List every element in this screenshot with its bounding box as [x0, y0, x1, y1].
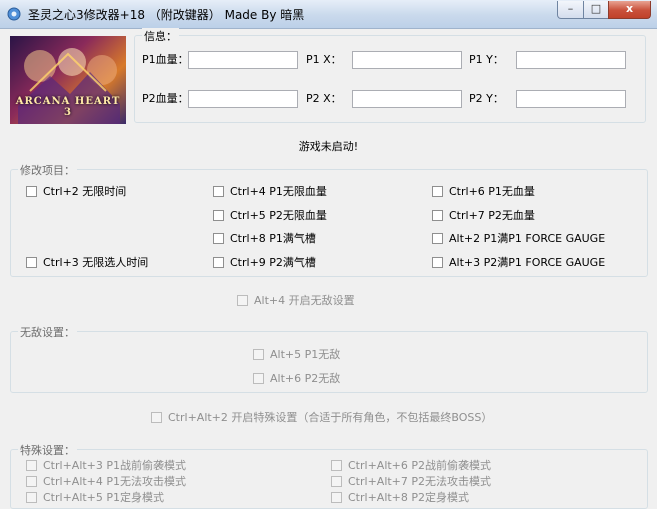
checkbox-p2-no-hp[interactable]: Ctrl+7 P2无血量 — [432, 209, 535, 223]
checkbox-p2-invincible[interactable]: Alt+6 P2无敌 — [253, 372, 340, 386]
checkbox-infinite-time[interactable]: Ctrl+2 无限时间 — [26, 185, 126, 199]
checkbox-label: Ctrl+Alt+4 P1无法攻击模式 — [43, 475, 187, 488]
checkbox-p1-freeze[interactable]: Ctrl+Alt+5 P1定身模式 — [26, 491, 164, 505]
checkbox-box[interactable] — [331, 492, 342, 503]
checkbox-p2-sneak-attack[interactable]: Ctrl+Alt+6 P2战前偷袭模式 — [331, 459, 491, 473]
p2-x-label: P2 X： — [306, 92, 342, 105]
checkbox-infinite-select-time[interactable]: Ctrl+3 无限选人时间 — [26, 256, 148, 270]
p2-hp-label: P2血量： — [142, 92, 189, 105]
checkbox-box[interactable] — [432, 210, 443, 221]
checkbox-box[interactable] — [26, 460, 37, 471]
checkbox-label: Alt+2 P1满P1 FORCE GAUGE — [449, 232, 606, 245]
invincible-legend: 无敌设置： — [18, 324, 77, 340]
logo-text: ARCANA HEART 3 — [15, 96, 121, 118]
checkbox-p1-force-gauge[interactable]: Alt+2 P1满P1 FORCE GAUGE — [432, 232, 605, 246]
status-text: 游戏未启动! — [298, 140, 359, 153]
checkbox-p2-no-attack[interactable]: Ctrl+Alt+7 P2无法攻击模式 — [331, 475, 491, 489]
close-button[interactable]: x — [608, 1, 651, 19]
checkbox-p1-full-gauge[interactable]: Ctrl+8 P1满气槽 — [213, 232, 316, 246]
checkbox-p2-full-gauge[interactable]: Ctrl+9 P2满气槽 — [213, 256, 316, 270]
checkbox-p1-sneak-attack[interactable]: Ctrl+Alt+3 P1战前偷袭模式 — [26, 459, 186, 473]
checkbox-label: Alt+5 P1无敌 — [270, 348, 341, 361]
minimize-button[interactable]: – — [557, 1, 584, 19]
checkbox-box[interactable] — [331, 460, 342, 471]
checkbox-box[interactable] — [26, 492, 37, 503]
checkbox-label: Ctrl+Alt+5 P1定身模式 — [43, 491, 165, 504]
checkbox-box[interactable] — [26, 257, 37, 268]
checkbox-box[interactable] — [253, 349, 264, 360]
modify-legend: 修改项目： — [18, 162, 77, 178]
checkbox-box[interactable] — [237, 295, 248, 306]
checkbox-enable-special[interactable]: Ctrl+Alt+2 开启特殊设置（合适于所有角色，不包括最终BOSS） — [151, 411, 492, 425]
checkbox-label: Ctrl+5 P2无限血量 — [230, 209, 327, 222]
info-legend: 信息： — [142, 28, 179, 44]
checkbox-label: Ctrl+6 P1无血量 — [449, 185, 535, 198]
checkbox-p1-infinite-hp[interactable]: Ctrl+4 P1无限血量 — [213, 185, 327, 199]
checkbox-box[interactable] — [253, 373, 264, 384]
checkbox-p2-freeze[interactable]: Ctrl+Alt+8 P2定身模式 — [331, 491, 469, 505]
close-icon: x — [625, 2, 634, 15]
checkbox-enable-invincible[interactable]: Alt+4 开启无敌设置 — [237, 294, 355, 308]
p2-y-field[interactable] — [516, 90, 626, 108]
checkbox-label: Ctrl+Alt+6 P2战前偷袭模式 — [348, 459, 492, 472]
p1-hp-label: P1血量： — [142, 53, 189, 66]
checkbox-label: Ctrl+4 P1无限血量 — [230, 185, 327, 198]
checkbox-label: Ctrl+Alt+8 P2定身模式 — [348, 491, 470, 504]
checkbox-p1-no-hp[interactable]: Ctrl+6 P1无血量 — [432, 185, 535, 199]
p2-x-field[interactable] — [352, 90, 462, 108]
maximize-button[interactable]: □ — [583, 1, 609, 19]
checkbox-label: Alt+4 开启无敌设置 — [254, 294, 355, 307]
client-area: ARCANA HEART 3 信息： P1血量： P1 X： P1 Y： P2血… — [0, 28, 657, 509]
p1-hp-field[interactable] — [188, 51, 298, 69]
gear-icon[interactable] — [6, 6, 22, 22]
checkbox-p1-no-attack[interactable]: Ctrl+Alt+4 P1无法攻击模式 — [26, 475, 186, 489]
window-title: 圣灵之心3修改器+18 （附改键器） Made By 暗黑 — [28, 8, 305, 22]
info-group: 信息： — [134, 28, 646, 123]
p2-hp-field[interactable] — [188, 90, 298, 108]
special-legend: 特殊设置： — [18, 442, 77, 458]
p1-x-field[interactable] — [352, 51, 462, 69]
checkbox-label: Ctrl+8 P1满气槽 — [230, 232, 316, 245]
checkbox-p2-infinite-hp[interactable]: Ctrl+5 P2无限血量 — [213, 209, 327, 223]
checkbox-box[interactable] — [213, 210, 224, 221]
p1-x-label: P1 X： — [306, 53, 342, 66]
checkbox-label: Ctrl+Alt+7 P2无法攻击模式 — [348, 475, 492, 488]
checkbox-p1-invincible[interactable]: Alt+5 P1无敌 — [253, 348, 340, 362]
checkbox-label: Ctrl+Alt+3 P1战前偷袭模式 — [43, 459, 187, 472]
title-bar: 圣灵之心3修改器+18 （附改键器） Made By 暗黑 – □ x — [0, 0, 657, 29]
checkbox-label: Ctrl+Alt+2 开启特殊设置（合适于所有角色，不包括最终BOSS） — [168, 411, 493, 424]
checkbox-label: Alt+3 P2满P1 FORCE GAUGE — [449, 256, 606, 269]
p1-y-label: P1 Y： — [469, 53, 504, 66]
p1-y-field[interactable] — [516, 51, 626, 69]
checkbox-label: Ctrl+3 无限选人时间 — [43, 256, 149, 269]
checkbox-box[interactable] — [26, 476, 37, 487]
game-logo: ARCANA HEART 3 — [10, 36, 126, 124]
checkbox-label: Alt+6 P2无敌 — [270, 372, 341, 385]
checkbox-label: Ctrl+2 无限时间 — [43, 185, 127, 198]
checkbox-box[interactable] — [26, 186, 37, 197]
checkbox-box[interactable] — [432, 257, 443, 268]
checkbox-box[interactable] — [432, 186, 443, 197]
checkbox-p2-force-gauge[interactable]: Alt+3 P2满P1 FORCE GAUGE — [432, 256, 605, 270]
checkbox-label: Ctrl+7 P2无血量 — [449, 209, 535, 222]
checkbox-box[interactable] — [213, 257, 224, 268]
checkbox-box[interactable] — [151, 412, 162, 423]
p2-y-label: P2 Y： — [469, 92, 504, 105]
checkbox-box[interactable] — [331, 476, 342, 487]
checkbox-box[interactable] — [213, 186, 224, 197]
checkbox-box[interactable] — [432, 233, 443, 244]
minimize-icon: – — [567, 2, 574, 15]
checkbox-label: Ctrl+9 P2满气槽 — [230, 256, 316, 269]
checkbox-box[interactable] — [213, 233, 224, 244]
maximize-icon: □ — [590, 2, 602, 15]
